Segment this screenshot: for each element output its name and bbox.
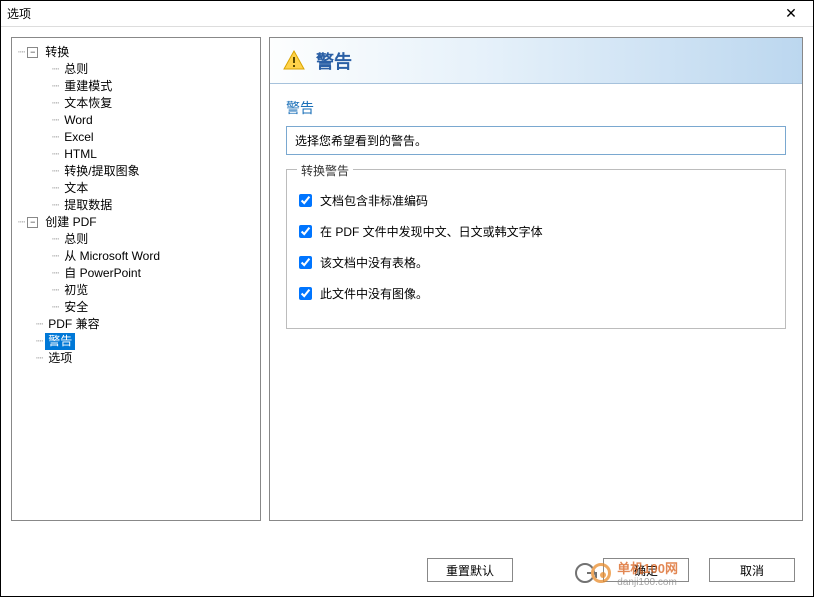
- tree-item-pdf-compat[interactable]: ┈PDF 兼容: [12, 316, 260, 333]
- tree-panel: ┈ − 转换 ┈总则 ┈重建模式 ┈文本恢复 ┈Word ┈Excel ┈HTM…: [11, 37, 261, 521]
- cancel-button[interactable]: 取消: [709, 558, 795, 582]
- tree-item-text[interactable]: ┈文本: [12, 180, 260, 197]
- reset-button[interactable]: 重置默认: [427, 558, 513, 582]
- check-no-tables[interactable]: 该文档中没有表格。: [299, 254, 773, 271]
- tree-item-options[interactable]: ┈选项: [12, 350, 260, 367]
- button-row: 重置默认 确定 取消: [427, 558, 795, 582]
- tree-item-html[interactable]: ┈HTML: [12, 146, 260, 163]
- panel-title: 警告: [316, 48, 352, 74]
- check-cjk-fonts[interactable]: 在 PDF 文件中发现中文、日文或韩文字体: [299, 223, 773, 240]
- checkbox[interactable]: [299, 225, 312, 238]
- tree-item-security[interactable]: ┈安全: [12, 299, 260, 316]
- window-title: 选项: [7, 5, 775, 22]
- titlebar: 选项 ✕: [1, 1, 813, 27]
- close-icon[interactable]: ✕: [775, 5, 807, 22]
- settings-panel: 警告 警告 选择您希望看到的警告。 转换警告 文档包含非标准编码 在 PDF 文…: [269, 37, 803, 521]
- panel-subhead: 警告: [286, 98, 786, 118]
- warning-icon: [282, 49, 306, 73]
- content-area: ┈ − 转换 ┈总则 ┈重建模式 ┈文本恢复 ┈Word ┈Excel ┈HTM…: [1, 27, 813, 531]
- tree-item-word[interactable]: ┈Word: [12, 112, 260, 129]
- tree-item-rebuild[interactable]: ┈重建模式: [12, 78, 260, 95]
- panel-header: 警告: [270, 38, 802, 84]
- fieldset-legend: 转换警告: [297, 162, 353, 179]
- tree-item-preview[interactable]: ┈初览: [12, 282, 260, 299]
- minus-icon[interactable]: −: [27, 217, 38, 228]
- panel-description: 选择您希望看到的警告。: [286, 126, 786, 155]
- tree-item-general[interactable]: ┈总则: [12, 61, 260, 78]
- tree-item-extract-data[interactable]: ┈提取数据: [12, 197, 260, 214]
- warnings-fieldset: 转换警告 文档包含非标准编码 在 PDF 文件中发现中文、日文或韩文字体 该文档…: [286, 169, 786, 329]
- tree-item-create-general[interactable]: ┈总则: [12, 231, 260, 248]
- checkbox[interactable]: [299, 194, 312, 207]
- tree-item-create-pdf[interactable]: ┈ − 创建 PDF: [12, 214, 260, 231]
- tree-item-convert[interactable]: ┈ − 转换: [12, 44, 260, 61]
- tree-item-warnings[interactable]: ┈警告: [12, 333, 260, 350]
- tree-item-text-recover[interactable]: ┈文本恢复: [12, 95, 260, 112]
- ok-button[interactable]: 确定: [603, 558, 689, 582]
- check-nonstandard-encoding[interactable]: 文档包含非标准编码: [299, 192, 773, 209]
- check-no-images[interactable]: 此文件中没有图像。: [299, 285, 773, 302]
- checkbox[interactable]: [299, 287, 312, 300]
- tree-item-extract-image[interactable]: ┈转换/提取图象: [12, 163, 260, 180]
- tree-item-excel[interactable]: ┈Excel: [12, 129, 260, 146]
- minus-icon[interactable]: −: [27, 47, 38, 58]
- tree-item-from-powerpoint[interactable]: ┈自 PowerPoint: [12, 265, 260, 282]
- tree-item-from-word[interactable]: ┈从 Microsoft Word: [12, 248, 260, 265]
- checkbox[interactable]: [299, 256, 312, 269]
